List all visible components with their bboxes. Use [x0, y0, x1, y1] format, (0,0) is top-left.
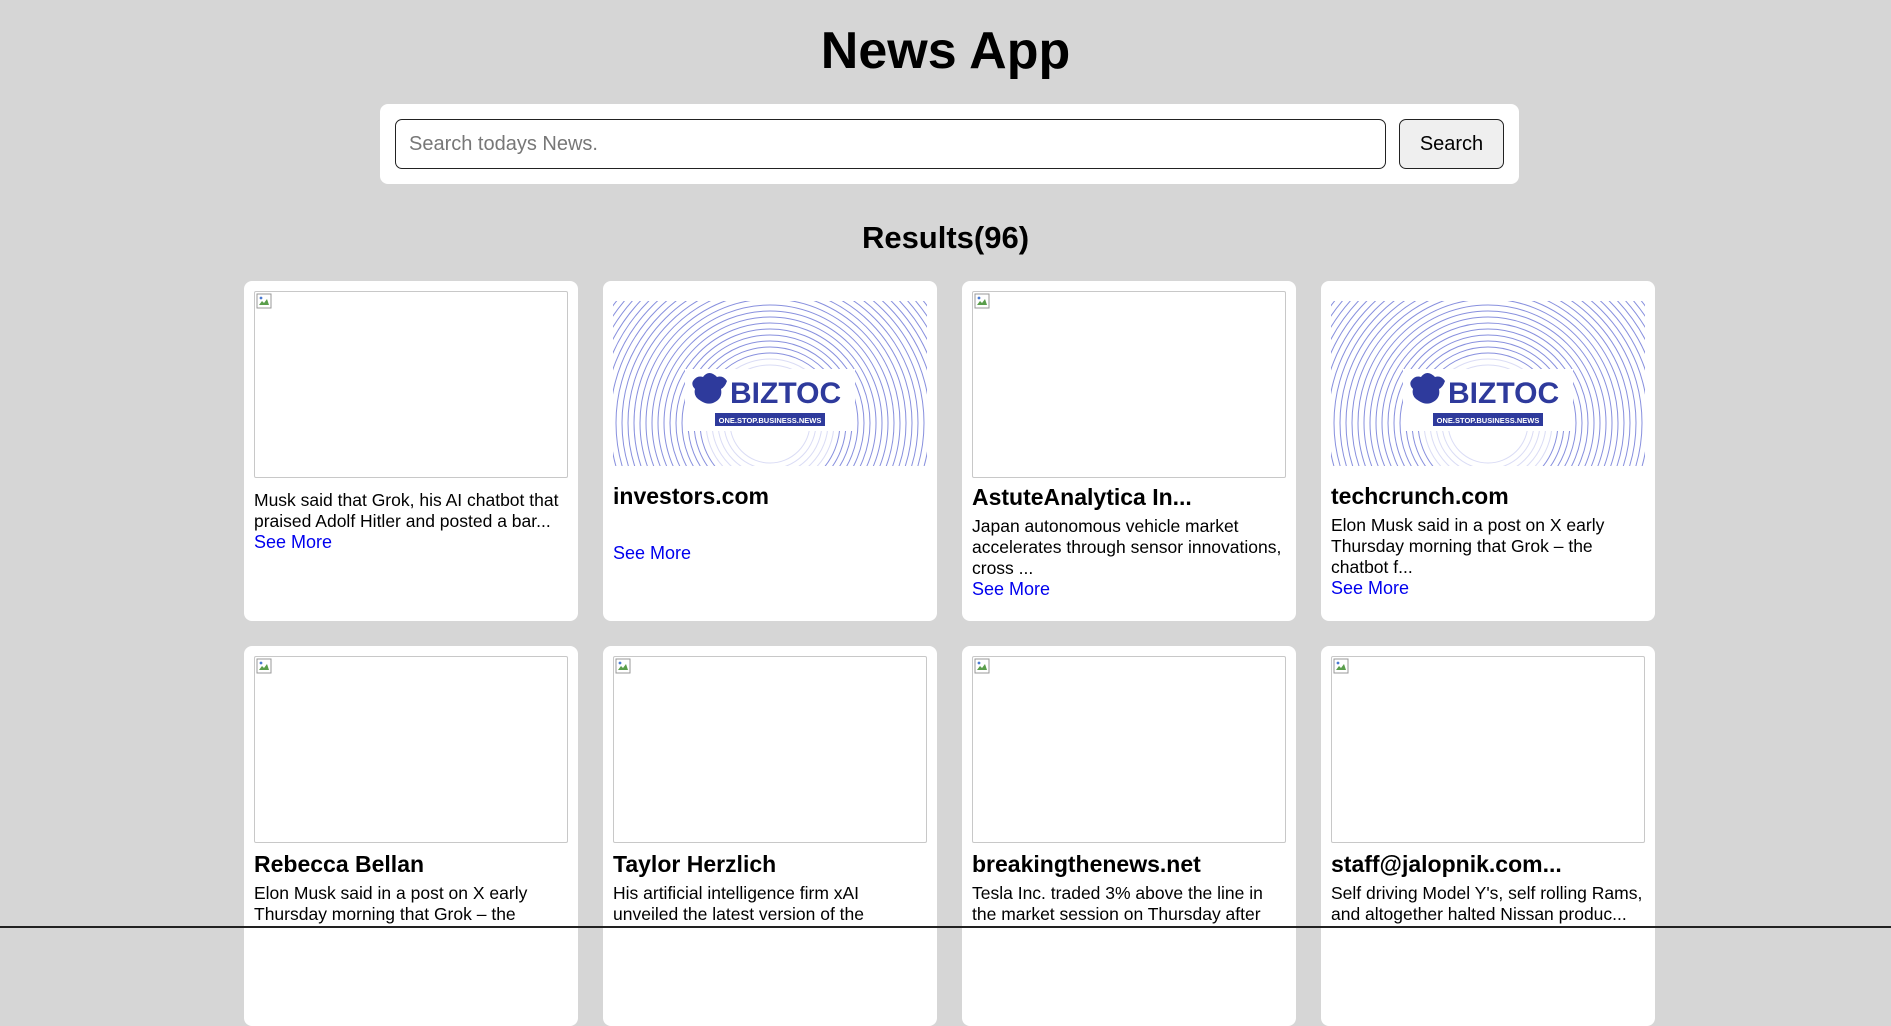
see-more-link[interactable]: See More	[972, 579, 1050, 600]
search-input[interactable]	[395, 119, 1386, 169]
see-more-link[interactable]: See More	[1331, 578, 1409, 599]
results-count-heading: Results(96)	[861, 220, 1030, 255]
news-source: investors.com	[613, 483, 769, 509]
biztoc-brand-text: BIZTOC	[1448, 377, 1559, 410]
biztoc-tagline-text: ONE.STOP.BUSINESS.NEWS	[719, 416, 822, 425]
news-image	[613, 656, 927, 843]
news-card: BIZTOC ONE.STOP.BUSINESS.NEWS investors.c…	[603, 281, 937, 621]
news-description: His artificial intelligence firm xAI unv…	[613, 883, 864, 924]
news-source: breakingthenews.net	[972, 851, 1201, 877]
news-card: Taylor Herzlich His artificial intellige…	[603, 646, 937, 1026]
news-description: Self driving Model Y's, self rolling Ram…	[1331, 883, 1643, 924]
news-image	[972, 291, 1286, 478]
news-card: Musk said that Grok, his AI chatbot that…	[244, 281, 578, 621]
news-grid: Musk said that Grok, his AI chatbot that…	[244, 281, 1656, 1026]
biztoc-logo-image: BIZTOC ONE.STOP.BUSINESS.NEWS	[603, 281, 937, 621]
see-more-link[interactable]: See More	[613, 543, 691, 564]
news-source: AstuteAnalytica In...	[972, 484, 1192, 510]
news-description	[613, 515, 927, 543]
news-source: Rebecca Bellan	[254, 851, 425, 877]
biztoc-tagline-text: ONE.STOP.BUSINESS.NEWS	[1437, 416, 1540, 425]
app-title: News App	[820, 22, 1071, 80]
news-source: Taylor Herzlich	[613, 851, 777, 877]
news-description: Elon Musk said in a post on X early Thur…	[254, 883, 528, 924]
broken-image-icon	[1333, 658, 1349, 674]
broken-image-icon	[256, 658, 272, 674]
news-card: AstuteAnalytica In... Japan autonomous v…	[962, 281, 1296, 621]
news-description: Musk said that Grok, his AI chatbot that…	[254, 490, 559, 531]
broken-image-icon	[256, 293, 272, 309]
news-image	[1331, 656, 1645, 843]
see-more-link[interactable]: See More	[254, 532, 332, 553]
search-form: Search	[380, 104, 1519, 184]
news-card: staff@jalopnik.com... Self driving Model…	[1321, 646, 1655, 1026]
news-source: staff@jalopnik.com...	[1331, 851, 1562, 877]
news-description: Japan autonomous vehicle market accelera…	[972, 516, 1282, 578]
biztoc-brand-text: BIZTOC	[730, 377, 841, 410]
news-card: Rebecca Bellan Elon Musk said in a post …	[244, 646, 578, 1026]
broken-image-icon	[615, 658, 631, 674]
news-source: techcrunch.com	[1331, 483, 1509, 509]
news-image	[254, 656, 568, 843]
news-description: Tesla Inc. traded 3% above the line in t…	[972, 883, 1263, 924]
news-card: BIZTOC ONE.STOP.BUSINESS.NEWS techcrunch.…	[1321, 281, 1655, 621]
biztoc-logo-image: BIZTOC ONE.STOP.BUSINESS.NEWS	[1321, 281, 1655, 621]
broken-image-icon	[974, 293, 990, 309]
broken-image-icon	[974, 658, 990, 674]
news-description: Elon Musk said in a post on X early Thur…	[1331, 515, 1605, 577]
news-card: breakingthenews.net Tesla Inc. traded 3%…	[962, 646, 1296, 1026]
search-button[interactable]: Search	[1399, 119, 1504, 169]
news-image	[254, 291, 568, 478]
news-image	[972, 656, 1286, 843]
